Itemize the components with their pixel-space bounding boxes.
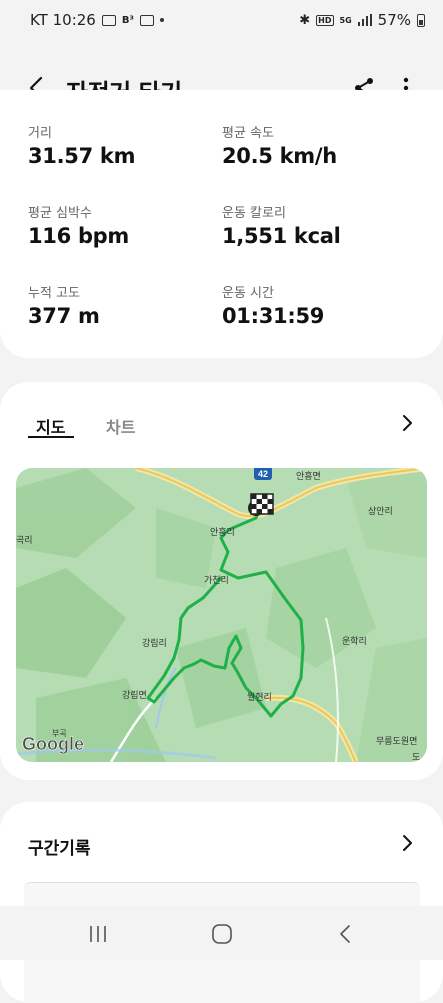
chevron-right-icon[interactable] — [398, 834, 416, 852]
hd-icon: HD — [316, 14, 334, 26]
google-logo: Google — [22, 734, 84, 754]
tab-chart[interactable]: 차트 — [106, 414, 135, 438]
duration-label: 운동 시간 — [222, 286, 274, 301]
distance-label: 거리 — [28, 126, 52, 141]
section-record-card: 구간기록 — [0, 802, 443, 1003]
calories-label: 운동 칼로리 — [222, 206, 286, 221]
route-42-badge: 42 — [254, 468, 272, 480]
signal-icon — [357, 14, 372, 26]
battery-percent: 57% — [377, 11, 411, 29]
card-icon — [139, 14, 154, 26]
network-5g-icon: 5G — [339, 15, 352, 25]
workout-stats-card: 거리 31.57 km 평균 속도 20.5 km/h 평균 심박수 116 b… — [0, 90, 443, 358]
label-mureung: 무릉도원면 — [376, 736, 417, 747]
elevation-gain-value: 377 m — [28, 304, 100, 328]
label-wolhyeon-ri: 월현리 — [247, 691, 272, 703]
active-tab-indicator — [28, 436, 74, 438]
carrier-time: KT 10:26 — [30, 11, 96, 29]
back-nav-icon[interactable] — [334, 922, 358, 946]
chevron-right-icon[interactable] — [398, 414, 416, 432]
battery-icon — [417, 13, 425, 27]
label-sangan-ri: 상안리 — [368, 506, 393, 517]
label-gangnim-myeon: 강림면 — [122, 689, 147, 701]
label-gokri: 곡리 — [16, 535, 33, 546]
notification-icon — [101, 14, 116, 26]
label-do: 도 — [412, 753, 420, 762]
avg-speed-label: 평균 속도 — [222, 126, 274, 141]
section-record-title: 구간기록 — [28, 839, 91, 859]
label-gacheon-ri: 가천리 — [204, 575, 229, 586]
finish-flag-icon — [248, 493, 274, 516]
home-icon[interactable] — [210, 922, 234, 946]
bluetooth-icon: ✱ — [299, 12, 311, 28]
distance-value: 31.57 km — [28, 144, 136, 168]
system-nav-bar — [0, 906, 443, 960]
recent-apps-icon[interactable] — [86, 922, 110, 946]
tab-map[interactable]: 지도 — [36, 414, 65, 438]
duration-value: 01:31:59 — [222, 304, 325, 328]
map-card: 지도 차트 42 안흥면 상안리 곡리 안흥리 가천리 강림리 운학리 강림면 … — [0, 382, 443, 780]
route-map[interactable]: 42 안흥면 상안리 곡리 안흥리 가천리 강림리 운학리 강림면 월현리 무릉… — [16, 468, 427, 762]
map-canvas: 42 안흥면 상안리 곡리 안흥리 가천리 강림리 운학리 강림면 월현리 무릉… — [16, 468, 427, 762]
status-bar: KT 10:26 B³ ✱ HD 5G 57% — [0, 0, 443, 40]
svg-text:42: 42 — [258, 469, 268, 479]
label-unhak-ri: 운학리 — [342, 636, 367, 647]
avg-heart-rate-label: 평균 심박수 — [28, 206, 92, 221]
avg-speed-value: 20.5 km/h — [222, 144, 337, 168]
label-anheung-myeon: 안흥면 — [296, 470, 321, 482]
label-anheung-ri: 안흥리 — [210, 526, 235, 538]
b3-icon: B³ — [121, 14, 134, 26]
avg-heart-rate-value: 116 bpm — [28, 224, 129, 248]
label-gangnim-ri: 강림리 — [142, 637, 167, 649]
calories-value: 1,551 kcal — [222, 224, 341, 248]
more-notifications-icon — [159, 18, 164, 22]
elevation-gain-label: 누적 고도 — [28, 286, 80, 301]
